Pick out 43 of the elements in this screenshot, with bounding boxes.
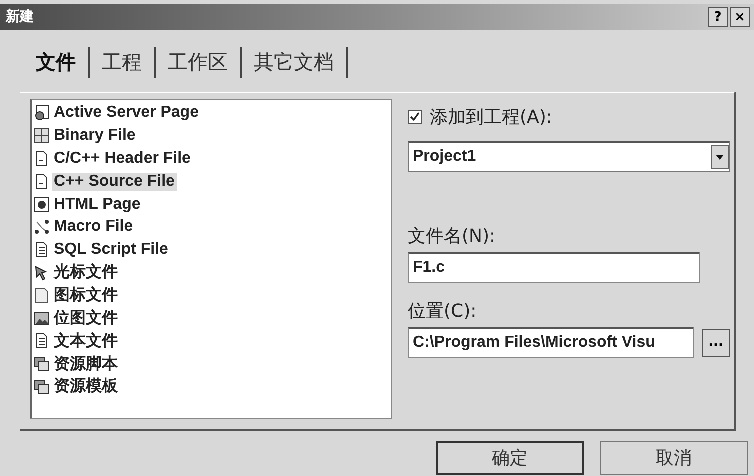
list-item[interactable]: 资源模板 [52,376,120,398]
cursor-icon [34,264,50,281]
page-icon [34,288,50,304]
list-item[interactable]: SQL Script File [52,241,170,260]
document-icon [34,150,50,167]
image-icon [34,310,50,327]
project-dropdown[interactable]: Project1 [408,141,730,172]
field-label: 位置(C): [408,300,478,323]
browse-button[interactable]: ... [702,328,730,356]
list-item[interactable]: Macro File [52,218,136,236]
list-item[interactable]: 文本文件 [52,330,120,352]
tab[interactable]: 工程 [90,46,156,78]
tab[interactable]: 其它文档 [242,46,348,78]
dialog-button[interactable]: 确定 [436,441,584,475]
text-file-icon [34,242,50,258]
checkbox[interactable] [408,110,422,124]
globe-icon [34,196,50,213]
resource-icon [34,378,50,395]
web-page-icon [34,105,50,122]
tab[interactable]: 文件 [24,46,90,78]
location-field[interactable]: C:\Program Files\Microsoft Visu [408,327,694,358]
list-item[interactable]: HTML Page [52,196,143,214]
binary-icon [34,128,50,144]
list-item[interactable]: Binary File [52,127,138,146]
list-item[interactable]: 位图文件 [52,308,120,330]
dialog-button[interactable]: 取消 [600,441,748,475]
checkbox-label: 添加到工程(A): [430,106,552,129]
list-item[interactable]: 资源脚本 [52,354,120,375]
list-item[interactable]: 光标文件 [52,262,120,284]
field-label: 文件名(N): [408,225,497,248]
nodes-icon [34,219,50,236]
close-button[interactable]: × [730,7,750,27]
resource-icon [34,356,50,372]
list-item[interactable]: C++ Source File [52,172,177,191]
list-item[interactable]: Active Server Page [52,104,201,122]
tab[interactable]: 工作区 [156,46,242,78]
file-name-field[interactable]: F1.c [408,252,700,283]
window-title: 新建 [6,8,34,26]
list-item[interactable]: 图标文件 [52,285,120,306]
list-item[interactable]: C/C++ Header File [52,150,193,168]
document-icon [34,174,50,190]
text-file-icon [34,333,50,350]
help-button[interactable]: ? [708,7,728,27]
